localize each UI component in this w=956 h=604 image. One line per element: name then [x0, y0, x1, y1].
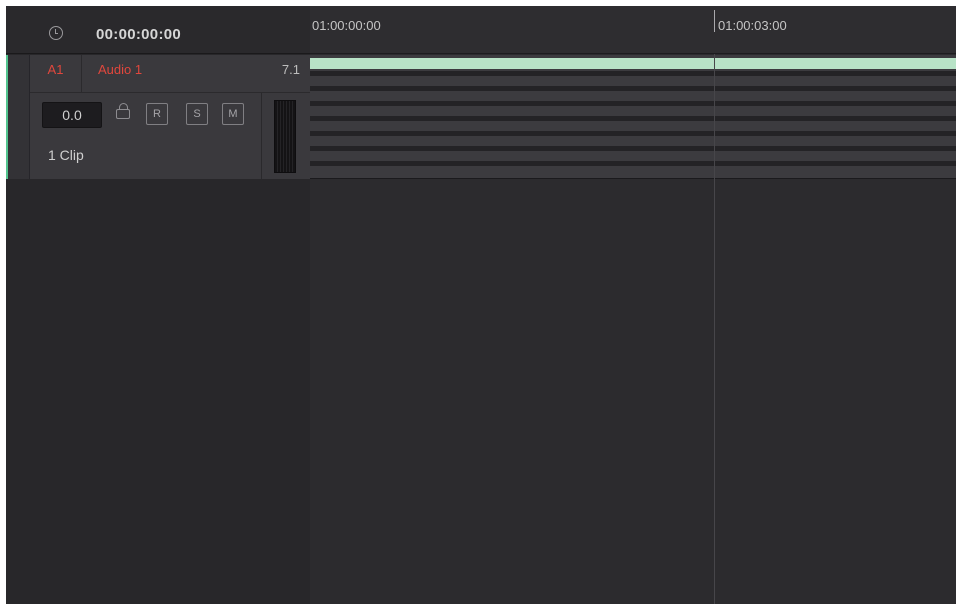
audio-channel-divider [310, 146, 956, 151]
timecode-display[interactable]: 00:00:00:00 [96, 26, 181, 43]
audio-level-meter [274, 100, 296, 173]
clip-header-bar[interactable] [310, 58, 956, 69]
ruler-label-3s: 01:00:03:00 [718, 18, 787, 33]
solo-button[interactable]: S [186, 103, 208, 125]
timeline-ruler[interactable]: 01:00:00:00 01:00:03:00 [310, 6, 956, 54]
timeline-marker-line [714, 54, 715, 604]
audio-channel-divider [310, 131, 956, 136]
track-selector-strip[interactable] [8, 55, 30, 179]
clock-icon[interactable] [49, 26, 63, 40]
lock-icon[interactable] [116, 103, 130, 119]
audio-channel-divider [310, 116, 956, 121]
track-header-column: 00:00:00:00 A1 Audio 1 7.1 0.0 R S M 1 C… [6, 6, 310, 604]
audio-channel-divider [310, 71, 956, 76]
audio-channel-divider [310, 161, 956, 166]
audio-channel-divider [310, 101, 956, 106]
timecode-bar: 00:00:00:00 [6, 6, 310, 54]
meter-divider [261, 93, 262, 179]
ruler-label-start: 01:00:00:00 [312, 18, 381, 33]
audio-channel-divider [310, 86, 956, 91]
track-id[interactable]: A1 [30, 55, 82, 93]
audio-clip[interactable] [310, 55, 956, 179]
track-name[interactable]: Audio 1 [98, 55, 142, 85]
ruler-tick [714, 10, 715, 32]
record-arm-button[interactable]: R [146, 103, 168, 125]
timeline-area[interactable]: 01:00:00:00 01:00:03:00 [310, 6, 956, 604]
mute-button[interactable]: M [222, 103, 244, 125]
track-volume-field[interactable]: 0.0 [42, 102, 102, 128]
track-bottom-edge [310, 178, 956, 179]
timeline-window: 00:00:00:00 A1 Audio 1 7.1 0.0 R S M 1 C… [6, 6, 956, 604]
track-name-row: A1 Audio 1 7.1 [30, 55, 310, 93]
clip-count: 1 Clip [48, 147, 84, 163]
track-channel-format: 7.1 [281, 62, 300, 77]
